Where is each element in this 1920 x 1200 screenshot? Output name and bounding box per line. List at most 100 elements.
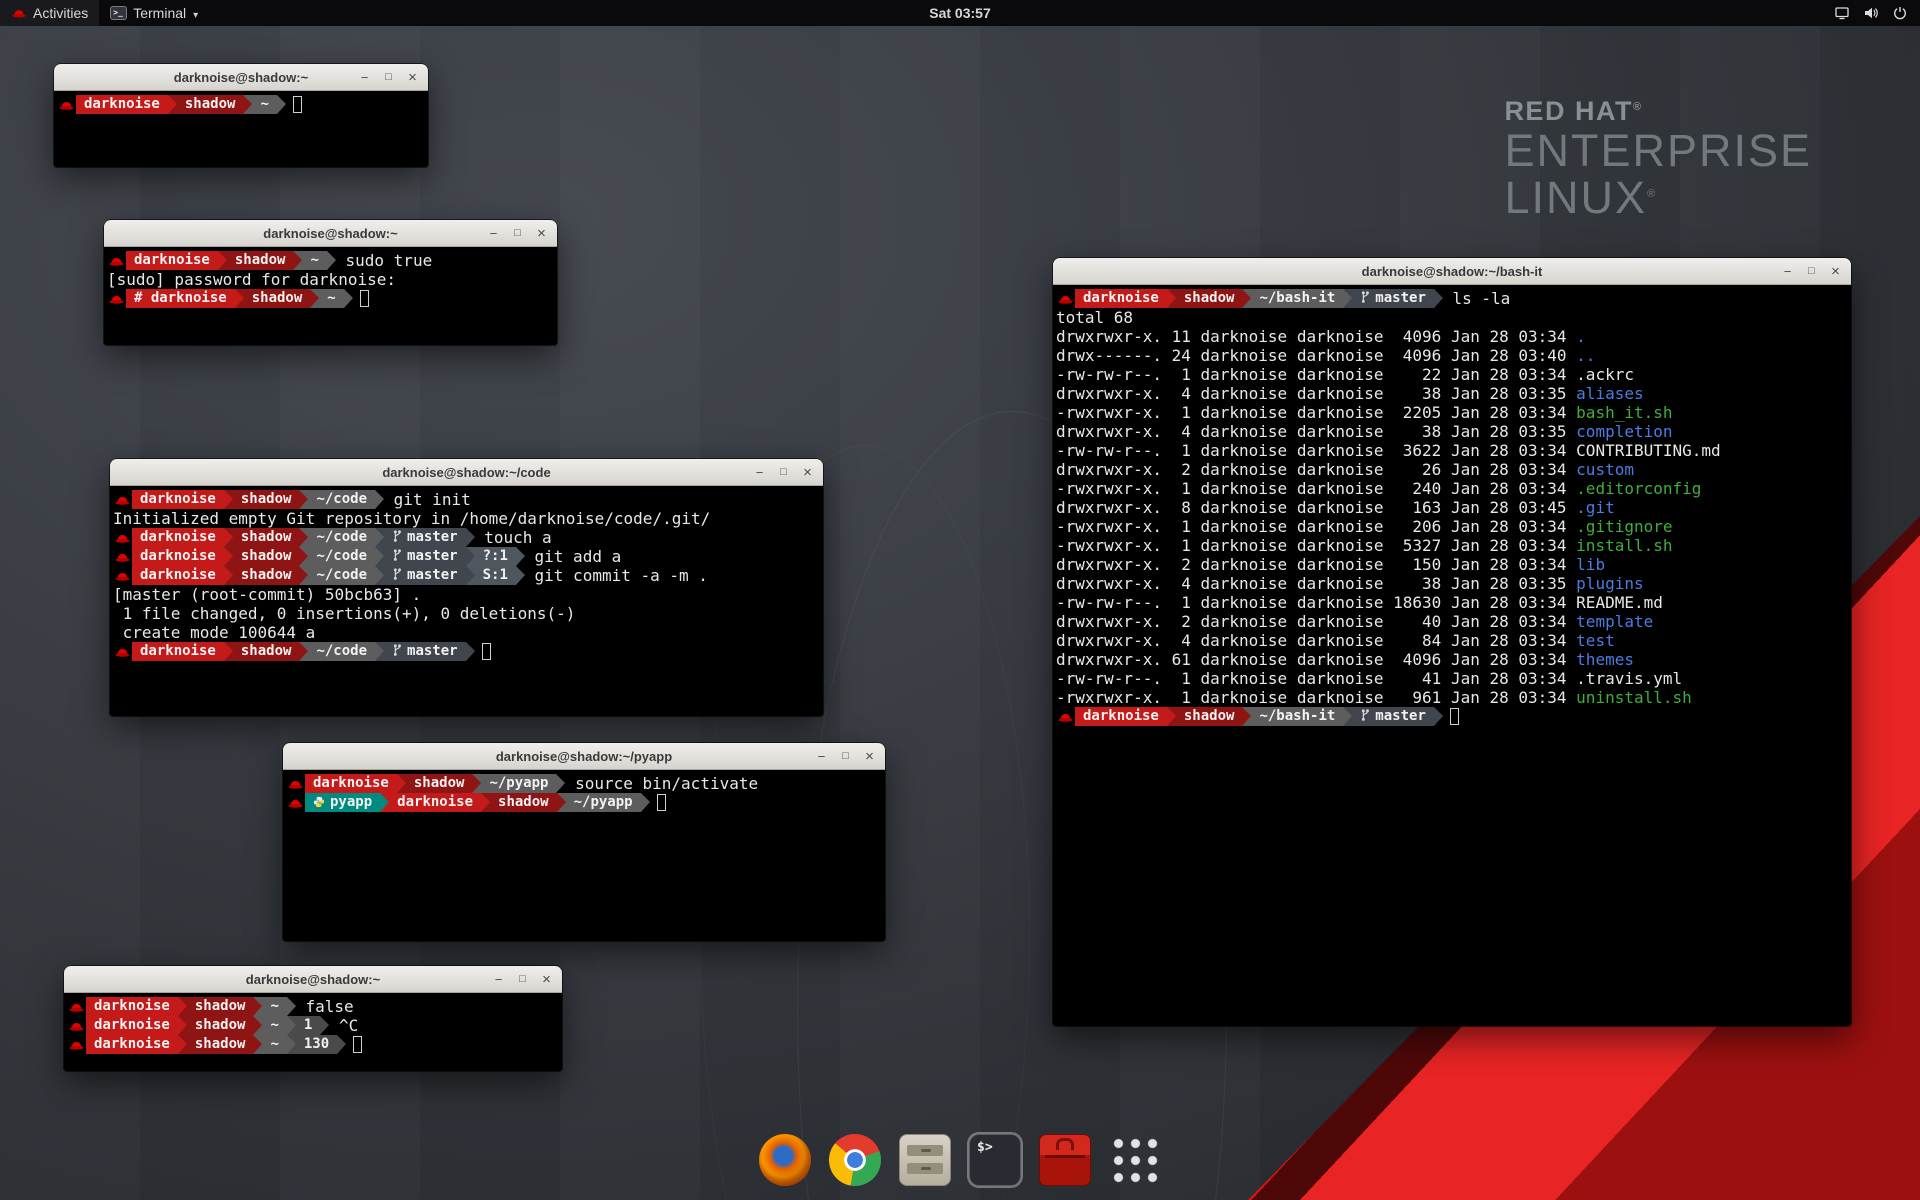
- terminal-icon[interactable]: [969, 1134, 1021, 1186]
- window-titlebar[interactable]: darknoise@shadow:~: [54, 64, 428, 91]
- window-titlebar[interactable]: darknoise@shadow:~: [104, 220, 557, 247]
- terminal-line: drwxrwxr-x. 2 darknoise darknoise 40 Jan…: [1056, 612, 1849, 631]
- minimize-button[interactable]: [355, 68, 374, 87]
- prompt-segment-host: shadow: [233, 490, 300, 509]
- close-button[interactable]: [1826, 262, 1845, 281]
- maximize-button[interactable]: [836, 747, 855, 766]
- prompt-segment-path: ~/code: [308, 642, 375, 661]
- powerline-arrow-icon: [277, 95, 286, 114]
- window-title: darknoise@shadow:~: [263, 226, 397, 241]
- powerline-arrow-icon: [516, 547, 525, 566]
- terminal-content[interactable]: darknoiseshadow~ falsedarknoiseshadow~1 …: [64, 993, 562, 1071]
- prompt-segment-host: shadow: [187, 1035, 254, 1054]
- powerline-arrow-icon: [466, 528, 475, 547]
- minimize-button[interactable]: [489, 970, 508, 989]
- power-icon[interactable]: [1892, 5, 1908, 21]
- close-button[interactable]: [798, 463, 817, 482]
- redhat-prompt-icon: [113, 566, 132, 585]
- ls-filename: plugins: [1576, 574, 1643, 593]
- prompt-segment-user: darknoise: [76, 95, 168, 114]
- window-titlebar[interactable]: darknoise@shadow:~/pyapp: [283, 743, 885, 770]
- powerline-arrow-icon: [516, 566, 525, 585]
- prompt-segment-path: ~: [302, 251, 326, 270]
- terminal-line: darknoiseshadow~: [57, 95, 426, 114]
- activities-button[interactable]: Activities: [0, 0, 99, 26]
- display-icon[interactable]: [1834, 5, 1850, 21]
- powerline-arrow-icon: [375, 547, 384, 566]
- powerline-arrow-icon: [344, 289, 353, 308]
- ls-meta: drwxrwxr-x. 4 darknoise darknoise 38 Jan…: [1056, 384, 1576, 403]
- app-grid-icon[interactable]: [1109, 1134, 1161, 1186]
- prompt-segment-path: ~/code: [308, 528, 375, 547]
- terminal-content[interactable]: darknoiseshadow~/bash-itmaster ls -latot…: [1053, 285, 1851, 1026]
- maximize-button[interactable]: [1802, 262, 1821, 281]
- ls-filename: .ackrc: [1576, 365, 1634, 384]
- volume-icon[interactable]: [1863, 5, 1879, 21]
- minimize-button[interactable]: [750, 463, 769, 482]
- window-titlebar[interactable]: darknoise@shadow:~/code: [110, 459, 823, 486]
- clock[interactable]: Sat 03:57: [929, 5, 990, 21]
- powerline-arrow-icon: [1434, 289, 1443, 308]
- minimize-button[interactable]: [1778, 262, 1797, 281]
- terminal-content[interactable]: darknoiseshadow~: [54, 91, 428, 167]
- terminal-content[interactable]: darknoiseshadow~ sudo true[sudo] passwor…: [104, 247, 557, 345]
- ls-filename: template: [1576, 612, 1653, 631]
- command-text: touch a: [475, 528, 552, 547]
- firefox-icon[interactable]: [759, 1134, 811, 1186]
- maximize-button[interactable]: [379, 68, 398, 87]
- ls-meta: drwxrwxr-x. 2 darknoise darknoise 26 Jan…: [1056, 460, 1576, 479]
- ls-meta: -rw-rw-r--. 1 darknoise darknoise 3622 J…: [1056, 441, 1576, 460]
- window-titlebar[interactable]: darknoise@shadow:~/bash-it: [1053, 258, 1851, 285]
- command-text: false: [296, 997, 354, 1016]
- chrome-icon[interactable]: [829, 1134, 881, 1186]
- ls-meta: -rwxrwxr-x. 1 darknoise darknoise 5327 J…: [1056, 536, 1576, 555]
- minimize-button[interactable]: [484, 224, 503, 243]
- app-menu-terminal[interactable]: Terminal: [99, 0, 209, 26]
- powerline-arrow-icon: [1167, 707, 1176, 726]
- prompt-segment-path: ~/code: [308, 490, 375, 509]
- maximize-button[interactable]: [774, 463, 793, 482]
- brand-line-1: RED HAT: [1504, 96, 1633, 126]
- activities-label: Activities: [33, 5, 88, 21]
- powerline-arrow-icon: [224, 547, 233, 566]
- powerline-arrow-icon: [253, 997, 262, 1016]
- prompt-segment-path: ~/pyapp: [481, 774, 556, 793]
- powerline-arrow-icon: [253, 1016, 262, 1035]
- window-title: darknoise@shadow:~/pyapp: [496, 749, 672, 764]
- prompt-segment-user: darknoise: [126, 251, 218, 270]
- redhat-prompt-icon: [107, 251, 126, 270]
- terminal-content[interactable]: darknoiseshadow~/pyapp source bin/activa…: [283, 770, 885, 941]
- close-button[interactable]: [537, 970, 556, 989]
- maximize-button[interactable]: [508, 224, 527, 243]
- ls-meta: drwxrwxr-x. 2 darknoise darknoise 150 Ja…: [1056, 555, 1576, 574]
- close-button[interactable]: [860, 747, 879, 766]
- terminal-line: darknoiseshadow~/code git init: [113, 490, 821, 509]
- minimize-button[interactable]: [812, 747, 831, 766]
- powerline-arrow-icon: [641, 793, 650, 812]
- redhat-logo-icon: [11, 7, 27, 19]
- close-button[interactable]: [403, 68, 422, 87]
- redhat-prompt-icon: [286, 793, 305, 812]
- terminal-line: darknoiseshadow~/codemaster touch a: [113, 528, 821, 547]
- ls-filename: install.sh: [1576, 536, 1672, 555]
- chevron-down-icon: [192, 5, 198, 21]
- prompt-segment-host: shadow: [233, 642, 300, 661]
- ls-meta: drwxrwxr-x. 4 darknoise darknoise 38 Jan…: [1056, 422, 1576, 441]
- toolbox-icon[interactable]: [1039, 1134, 1091, 1186]
- terminal-line: drwxrwxr-x. 4 darknoise darknoise 38 Jan…: [1056, 384, 1849, 403]
- powerline-arrow-icon: [375, 566, 384, 585]
- powerline-arrow-icon: [375, 490, 384, 509]
- terminal-window-code: darknoise@shadow:~/code darknoiseshadow~…: [110, 459, 823, 716]
- ls-filename: README.md: [1576, 593, 1663, 612]
- window-titlebar[interactable]: darknoise@shadow:~: [64, 966, 562, 993]
- terminal-content[interactable]: darknoiseshadow~/code git initInitialize…: [110, 486, 823, 716]
- close-button[interactable]: [532, 224, 551, 243]
- powerline-arrow-icon: [243, 95, 252, 114]
- terminal-cursor: [1450, 708, 1459, 725]
- ls-meta: -rwxrwxr-x. 1 darknoise darknoise 961 Ja…: [1056, 688, 1576, 707]
- files-icon[interactable]: [899, 1134, 951, 1186]
- registered-mark: ®: [1647, 188, 1657, 200]
- terminal-line: darknoiseshadow~/pyapp source bin/activa…: [286, 774, 883, 793]
- maximize-button[interactable]: [513, 970, 532, 989]
- prompt-segment-user: darknoise: [86, 1016, 178, 1035]
